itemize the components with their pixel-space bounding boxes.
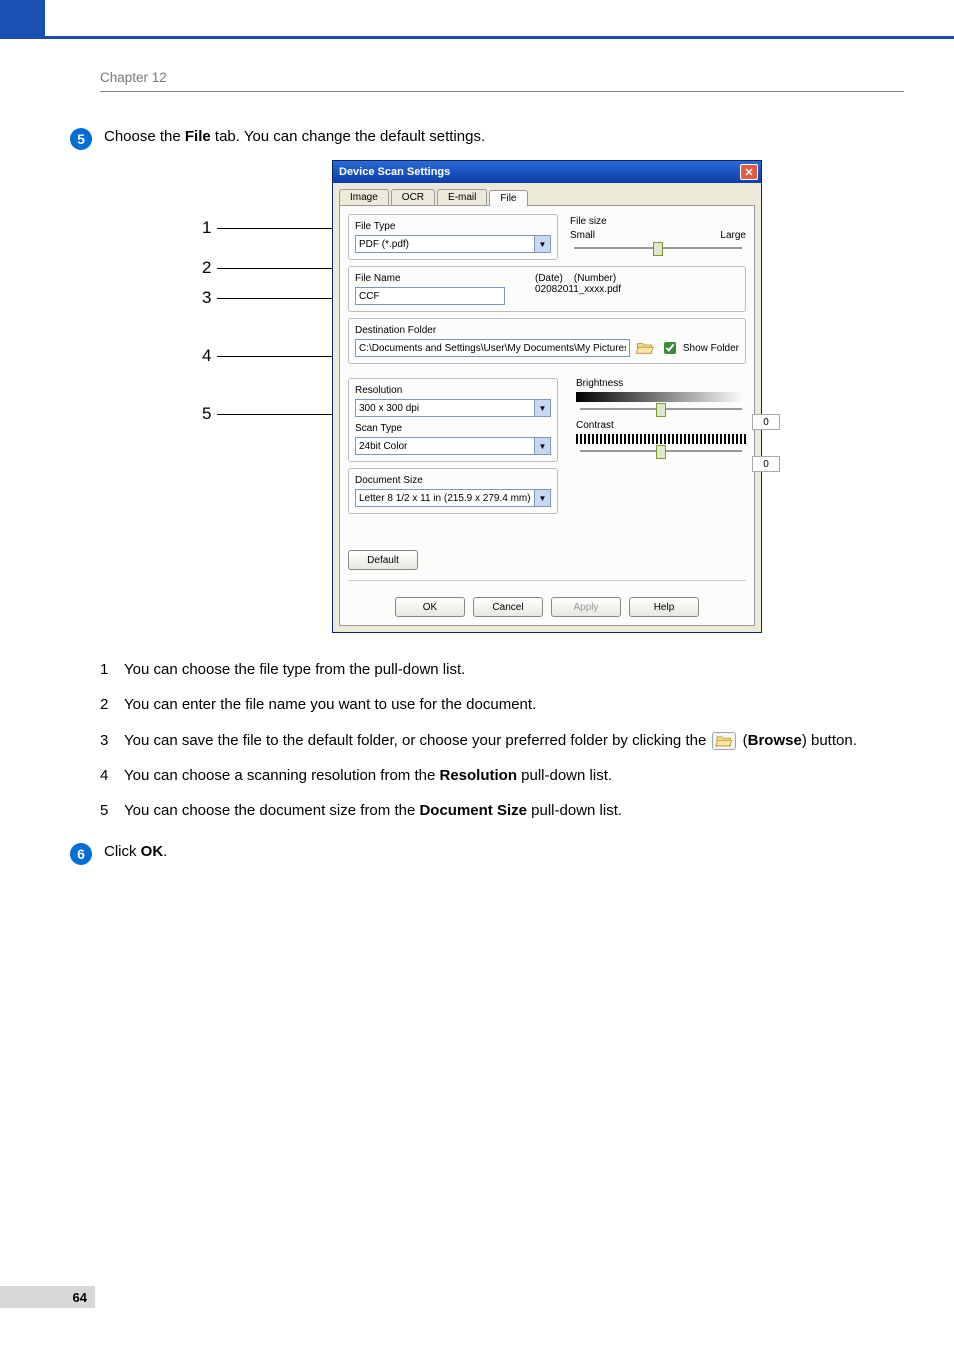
browse-icon bbox=[712, 732, 736, 750]
explain-3c: ) button. bbox=[802, 732, 857, 749]
side-tab bbox=[0, 0, 45, 37]
contrast-strip bbox=[576, 434, 746, 444]
chevron-down-icon[interactable]: ▼ bbox=[535, 235, 551, 253]
callout-1-line bbox=[217, 228, 332, 229]
tab-ocr[interactable]: OCR bbox=[391, 189, 435, 205]
document-size-combo[interactable] bbox=[355, 489, 535, 507]
callout-3-line bbox=[217, 298, 332, 299]
contrast-slider[interactable] bbox=[580, 450, 742, 452]
file-name-field[interactable] bbox=[355, 287, 505, 305]
slider-thumb-icon[interactable] bbox=[653, 242, 663, 256]
scan-type-combo[interactable] bbox=[355, 437, 535, 455]
brightness-label: Brightness bbox=[576, 378, 746, 389]
explain-4-text: You can choose a scanning resolution fro… bbox=[124, 764, 612, 787]
explain-4-bold: Resolution bbox=[439, 767, 517, 784]
file-size-large: Large bbox=[720, 230, 746, 241]
explain-1-text: You can choose the file type from the pu… bbox=[124, 658, 465, 681]
chevron-down-icon[interactable]: ▼ bbox=[535, 399, 551, 417]
show-folder-checkbox[interactable] bbox=[664, 342, 676, 354]
apply-button[interactable]: Apply bbox=[551, 597, 621, 617]
explain-5-num: 5 bbox=[100, 799, 124, 822]
explain-4b: pull-down list. bbox=[517, 767, 612, 784]
explain-5b: pull-down list. bbox=[527, 802, 622, 819]
close-icon[interactable]: ✕ bbox=[740, 164, 758, 180]
brightness-slider[interactable] bbox=[580, 408, 742, 410]
slider-thumb-icon[interactable] bbox=[656, 403, 666, 417]
explain-1-num: 1 bbox=[100, 658, 124, 681]
file-name-sample: 02082011_xxxx.pdf bbox=[535, 284, 739, 295]
step-6-pre: Click bbox=[104, 843, 141, 860]
callout-4-line bbox=[217, 356, 332, 357]
dialog-title: Device Scan Settings bbox=[339, 166, 450, 178]
step-6-text: Click OK. bbox=[104, 842, 904, 860]
step-6-badge: 6 bbox=[70, 843, 92, 865]
destination-folder-field[interactable] bbox=[355, 339, 630, 357]
file-name-label: File Name bbox=[355, 273, 505, 284]
step-5-pre: Choose the bbox=[104, 128, 185, 145]
destination-folder-label: Destination Folder bbox=[355, 325, 739, 336]
device-scan-settings-dialog: Device Scan Settings ✕ Image OCR E-mail … bbox=[332, 160, 762, 633]
explain-5a: You can choose the document size from th… bbox=[124, 802, 419, 819]
step-5-badge: 5 bbox=[70, 128, 92, 150]
contrast-label: Contrast bbox=[576, 420, 746, 431]
dialog-titlebar[interactable]: Device Scan Settings ✕ bbox=[333, 161, 761, 183]
explain-3-num: 3 bbox=[100, 729, 124, 752]
step-6-bold: OK bbox=[141, 843, 164, 860]
brightness-gradient bbox=[576, 392, 746, 402]
chapter-label: Chapter 12 bbox=[100, 70, 904, 85]
resolution-combo[interactable] bbox=[355, 399, 535, 417]
file-type-combo[interactable] bbox=[355, 235, 535, 253]
slider-thumb-icon[interactable] bbox=[656, 445, 666, 459]
callout-2: 2 bbox=[202, 258, 217, 278]
callout-1: 1 bbox=[202, 218, 217, 238]
file-name-number-label: (Number) bbox=[574, 273, 616, 284]
button-divider bbox=[348, 580, 746, 581]
step-5-bold: File bbox=[185, 128, 211, 145]
scan-type-label: Scan Type bbox=[355, 423, 551, 434]
explain-5-text: You can choose the document size from th… bbox=[124, 799, 622, 822]
file-size-label: File size bbox=[570, 216, 746, 227]
show-folder-label: Show Folder bbox=[683, 343, 739, 354]
file-name-date-label: (Date) bbox=[535, 273, 563, 284]
resolution-label: Resolution bbox=[355, 385, 551, 396]
chevron-down-icon[interactable]: ▼ bbox=[535, 437, 551, 455]
callout-2-line bbox=[217, 268, 332, 269]
tab-image[interactable]: Image bbox=[339, 189, 389, 205]
browse-icon[interactable] bbox=[634, 339, 656, 357]
explain-3-bold: Browse bbox=[748, 732, 802, 749]
document-size-label: Document Size bbox=[355, 475, 551, 486]
callout-4: 4 bbox=[202, 346, 217, 366]
explain-2-text: You can enter the file name you want to … bbox=[124, 693, 536, 716]
file-type-label: File Type bbox=[355, 221, 551, 232]
callout-5: 5 bbox=[202, 404, 217, 424]
page-number: 64 bbox=[0, 1286, 95, 1308]
callout-3: 3 bbox=[202, 288, 217, 308]
explain-3a: You can save the file to the default fol… bbox=[124, 732, 710, 749]
explain-3-text: You can save the file to the default fol… bbox=[124, 729, 857, 752]
explain-2-num: 2 bbox=[100, 693, 124, 716]
step-5-text: Choose the File tab. You can change the … bbox=[104, 127, 904, 145]
help-button[interactable]: Help bbox=[629, 597, 699, 617]
file-size-slider[interactable] bbox=[574, 247, 742, 249]
top-rule bbox=[0, 36, 954, 39]
callout-5-line bbox=[217, 414, 332, 415]
chevron-down-icon[interactable]: ▼ bbox=[535, 489, 551, 507]
tab-email[interactable]: E-mail bbox=[437, 189, 487, 205]
tab-file[interactable]: File bbox=[489, 190, 527, 206]
contrast-value: 0 bbox=[752, 456, 780, 472]
explain-5-bold: Document Size bbox=[419, 802, 527, 819]
explain-4a: You can choose a scanning resolution fro… bbox=[124, 767, 439, 784]
brightness-value: 0 bbox=[752, 414, 780, 430]
step-5-post: tab. You can change the default settings… bbox=[211, 128, 485, 145]
file-size-small: Small bbox=[570, 230, 595, 241]
explain-4-num: 4 bbox=[100, 764, 124, 787]
cancel-button[interactable]: Cancel bbox=[473, 597, 543, 617]
step-6-post: . bbox=[163, 843, 167, 860]
ok-button[interactable]: OK bbox=[395, 597, 465, 617]
default-button[interactable]: Default bbox=[348, 550, 418, 570]
chapter-underline bbox=[100, 91, 904, 92]
